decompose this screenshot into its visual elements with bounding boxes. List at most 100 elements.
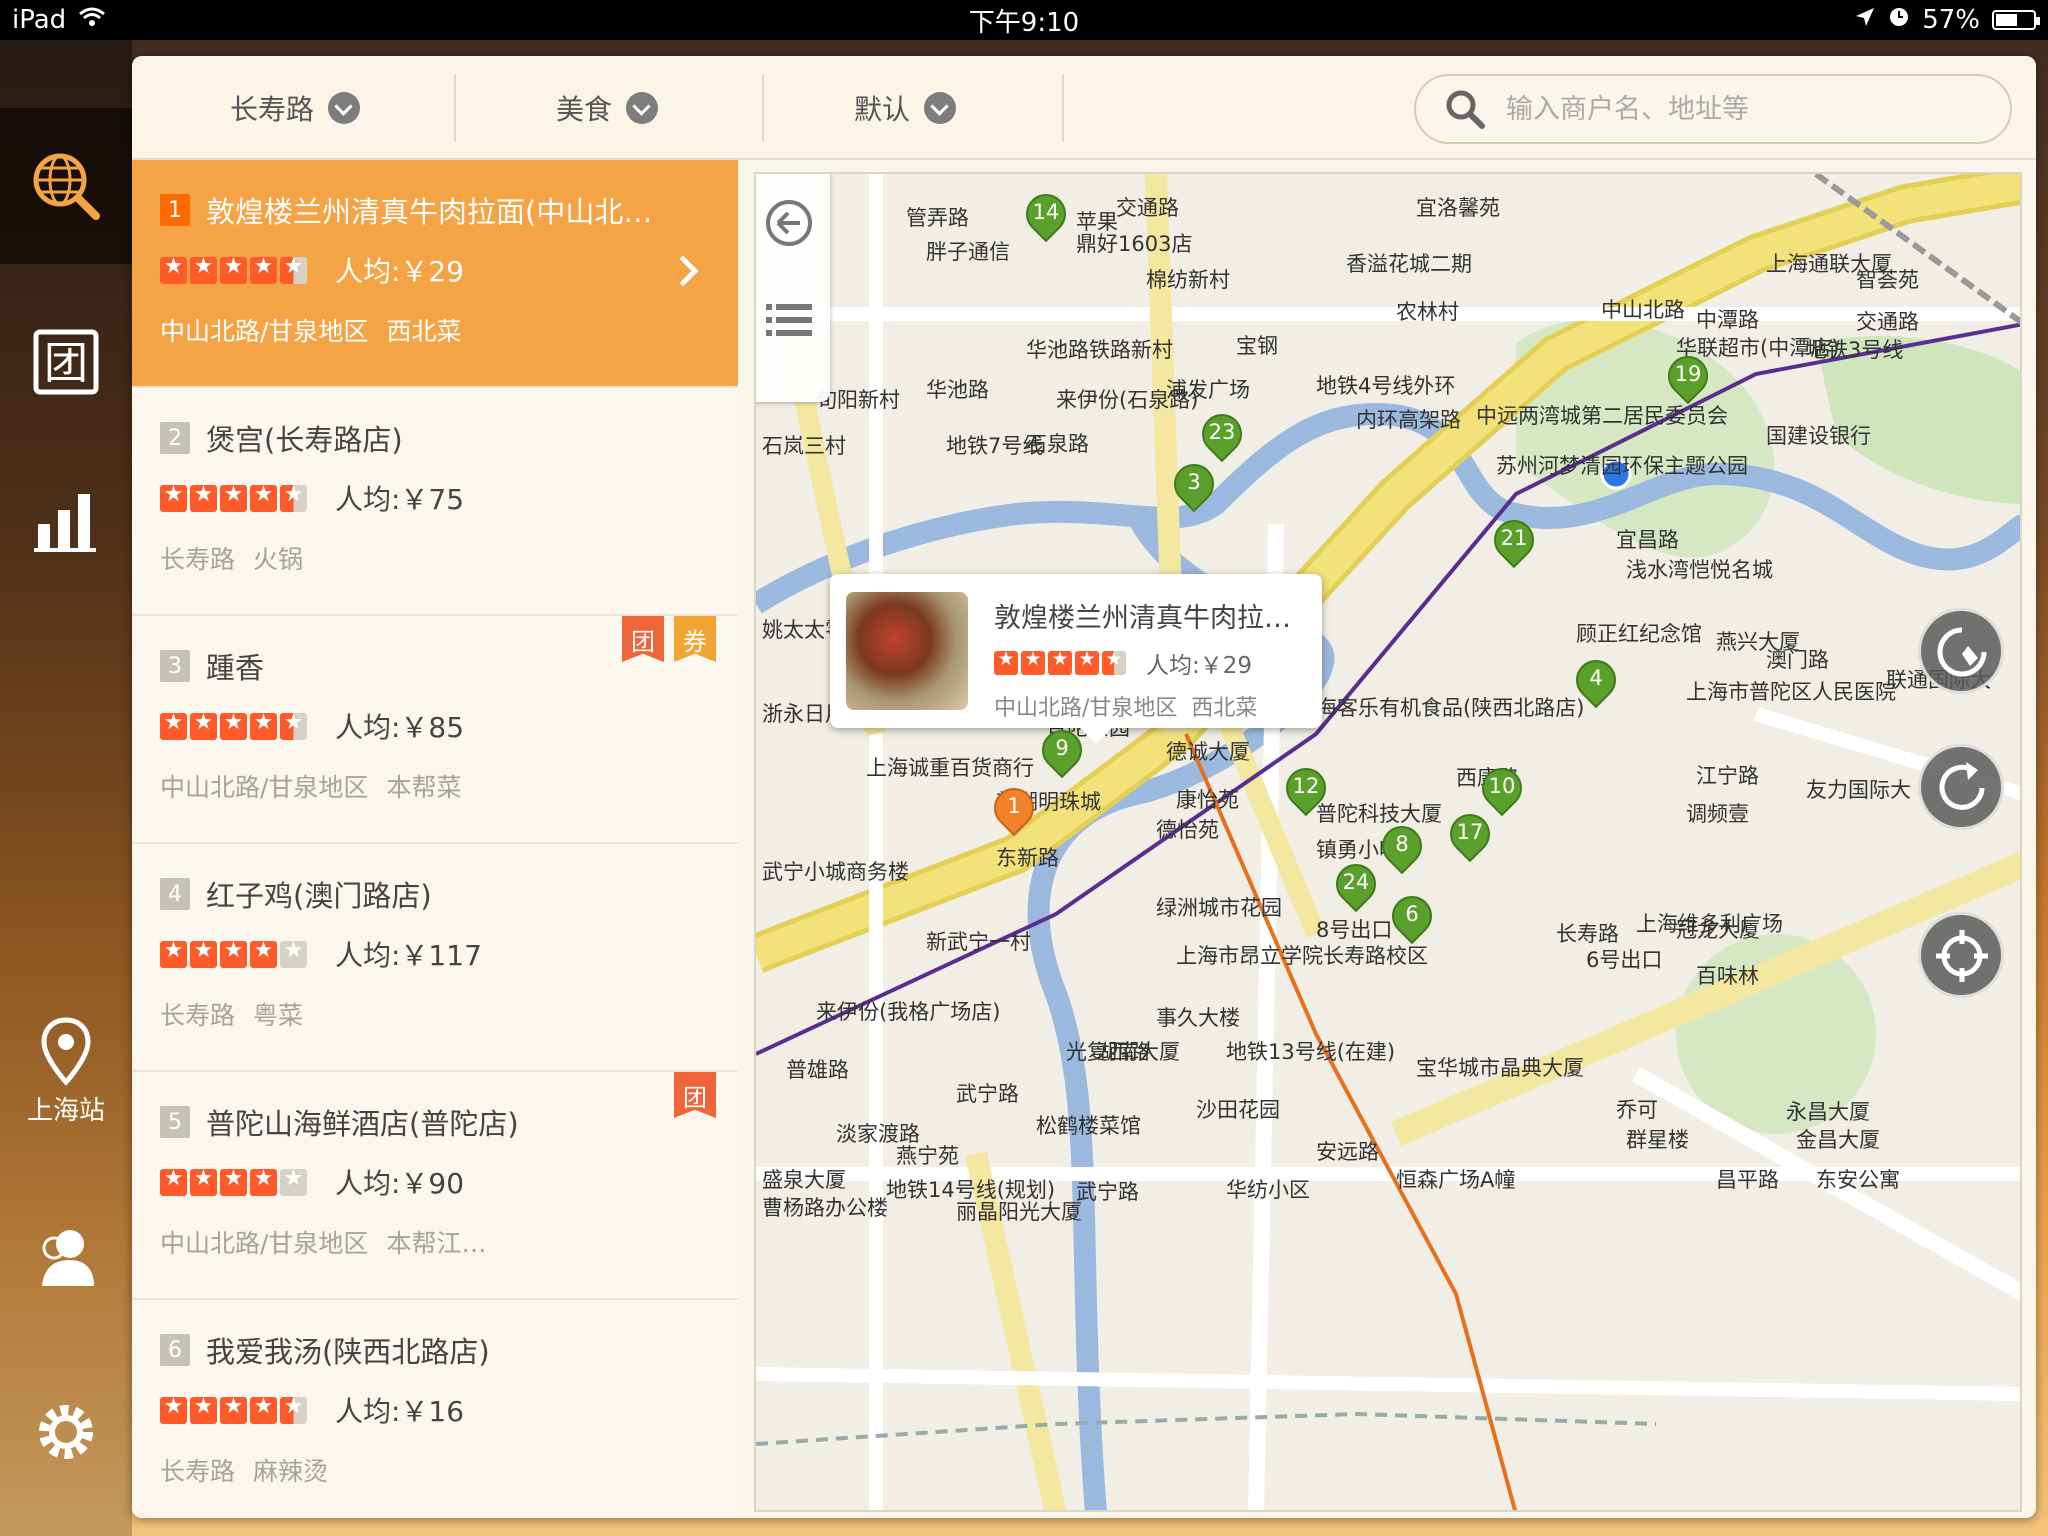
map-label: 上海市昂立学院长寿路校区 <box>1176 944 1428 968</box>
pin-number: 9 <box>1055 736 1069 760</box>
star-icon <box>220 1166 247 1196</box>
refresh-button[interactable] <box>1918 744 2004 830</box>
restaurant-name: 普陀山海鲜酒店(普陀店) <box>206 1107 519 1141</box>
map-label: 冠龙大厦 <box>1676 918 1760 942</box>
map-pin[interactable]: 14 <box>1017 185 1075 246</box>
star-icon <box>220 254 247 284</box>
chevron-down-icon <box>924 92 957 124</box>
area-filter-label: 长寿路 <box>230 93 315 126</box>
popup-area: 中山北路/甘泉地区 <box>994 696 1178 721</box>
map-pin[interactable]: 10 <box>1473 759 1531 820</box>
popup-rating <box>994 648 1126 675</box>
area-filter[interactable]: 长寿路 <box>230 56 361 160</box>
list-item[interactable]: 4 红子鸡(澳门路店) 人均:￥117 长寿路粤菜 <box>132 844 738 1072</box>
pin-number: 19 <box>1674 362 1702 386</box>
sort-filter[interactable]: 默认 <box>854 56 957 160</box>
main-panel: 长寿路 美食 默认 1 敦煌楼兰州清真牛肉拉面(中山北… 人均:￥29 中山北路/甘泉… <box>132 56 2036 1518</box>
search-icon <box>1446 90 1485 129</box>
device-label: iPad <box>12 5 67 35</box>
pin-number: 6 <box>1405 902 1419 926</box>
list-item[interactable]: 团券 3 踵香人均:￥85 中山北路/甘泉地区本帮菜 <box>132 616 738 844</box>
map-label: 海客乐有机食品(陕西北路店) <box>1316 696 1585 720</box>
map-pin[interactable]: 4 <box>1567 651 1625 712</box>
star-icon <box>160 938 187 968</box>
tag-group: 团券 <box>622 616 716 662</box>
area-label: 中山北路/甘泉地区 <box>160 773 369 802</box>
map-pin[interactable]: 3 <box>1165 455 1223 516</box>
map-pin[interactable]: 21 <box>1485 511 1543 572</box>
map-view[interactable]: 管弄路 交通路 宜洛馨苑 中山北路 内环高架路 上海通联大厦 智荟苑 棉纺新村 香溢花城二期 农林… <box>754 172 2022 1512</box>
restaurant-name: 踵香 <box>206 651 265 685</box>
group-buy-icon: 团 <box>33 329 99 395</box>
sidebar-item-settings[interactable] <box>0 1354 132 1510</box>
locate-button[interactable] <box>1918 912 2004 998</box>
map-label: 曹杨路办公楼 <box>762 1196 888 1220</box>
sort-filter-label: 默认 <box>854 93 911 126</box>
map-label: 调频壹 <box>1686 802 1749 826</box>
divider <box>454 74 456 142</box>
map-pin[interactable]: 8 <box>1373 817 1431 878</box>
pin-number: 1 <box>1007 794 1021 818</box>
star-icon <box>280 1166 307 1196</box>
star-icon <box>190 254 217 284</box>
map-label: 东安公寓 <box>1816 1168 1900 1192</box>
map-label: 群星楼 <box>1626 1128 1689 1152</box>
map-label: 德怡苑 <box>1156 818 1219 842</box>
map-label: 中山北路 <box>1601 298 1685 322</box>
map-label: 宜昌路 <box>1616 528 1679 552</box>
restaurant-name: 煲宫(长寿路店) <box>206 423 403 457</box>
area-label: 中山北路/甘泉地区 <box>160 317 369 346</box>
map-pin[interactable]: 17 <box>1441 805 1499 866</box>
category-filter-label: 美食 <box>556 93 613 126</box>
back-arrow-icon[interactable] <box>764 198 814 248</box>
cuisine-label: 西北菜 <box>386 317 462 346</box>
sidebar-item-city[interactable]: 上海站 <box>0 980 132 1160</box>
star-icon <box>250 482 277 512</box>
star-icon <box>190 938 217 968</box>
map-label: 宝华城市晶典大厦 <box>1416 1056 1584 1080</box>
map-pin[interactable]: 24 <box>1327 855 1385 916</box>
map-label: 金昌大厦 <box>1796 1128 1880 1152</box>
map-label: 德诚大厦 <box>1166 740 1250 764</box>
map-pin[interactable]: 23 <box>1193 405 1251 466</box>
list-item[interactable]: 6 我爱我汤(陕西北路店) 人均:￥16 长寿路麻辣烫 <box>132 1300 738 1518</box>
rank-number: 3 <box>160 650 190 682</box>
map-label: 来伊份(石泉路) <box>1056 388 1199 412</box>
tag-group: 团 <box>674 1072 716 1118</box>
star-icon <box>250 1166 277 1196</box>
sidebar-item-group-buy[interactable]: 团 <box>0 284 132 440</box>
sidebar-item-user[interactable] <box>0 1180 132 1336</box>
list-icon[interactable] <box>764 300 814 340</box>
map-pin[interactable]: 19 <box>1659 347 1717 408</box>
sidebar-item-search[interactable] <box>0 108 132 264</box>
pin-number: 23 <box>1208 420 1236 444</box>
pin-number: 8 <box>1395 832 1409 856</box>
avg-price: 人均:￥85 <box>335 711 465 744</box>
pin-number: 4 <box>1589 666 1603 690</box>
map-label: 棉纺新村 <box>1146 268 1230 292</box>
map-label: 内环高架路 <box>1356 408 1461 432</box>
map-pin[interactable]: 12 <box>1277 759 1335 820</box>
search-box[interactable] <box>1414 74 2012 144</box>
category-filter[interactable]: 美食 <box>556 56 659 160</box>
avg-price: 人均:￥16 <box>335 1395 465 1428</box>
map-pin[interactable]: 9 <box>1033 721 1091 782</box>
map-label: 事久大楼 <box>1156 1006 1240 1030</box>
pin-number: 10 <box>1488 774 1516 798</box>
map-label: 盛泉大厦 <box>762 1168 846 1192</box>
list-item[interactable]: 2 煲宫(长寿路店) 人均:￥75 长寿路火锅 <box>132 388 738 616</box>
map-popup[interactable]: 敦煌楼兰州清真牛肉拉… 人均:￥29 中山北路/甘泉地区 西北菜 <box>830 574 1322 744</box>
rank-number: 2 <box>160 422 190 454</box>
location-icon <box>1854 5 1876 35</box>
list-item[interactable]: 团 5 普陀山海鲜酒店(普陀店) 人均:￥90 中山北路/甘泉地区本帮江… <box>132 1072 738 1300</box>
map-pin[interactable]: 6 <box>1383 887 1441 948</box>
status-bar: iPad 下午9:10 57% <box>0 0 2048 40</box>
list-item[interactable]: 1 敦煌楼兰州清真牛肉拉面(中山北… 人均:￥29 中山北路/甘泉地区西北菜 <box>132 160 738 388</box>
cuisine-label: 本帮菜 <box>386 773 462 802</box>
globe-search-icon <box>33 153 100 220</box>
map-pin[interactable]: 1 <box>985 779 1043 840</box>
sidebar-item-stats[interactable] <box>0 440 132 596</box>
search-input[interactable] <box>1506 93 1986 125</box>
hand-tool-button[interactable] <box>1918 608 2004 694</box>
map-label: 武宁路 <box>1076 1180 1139 1204</box>
